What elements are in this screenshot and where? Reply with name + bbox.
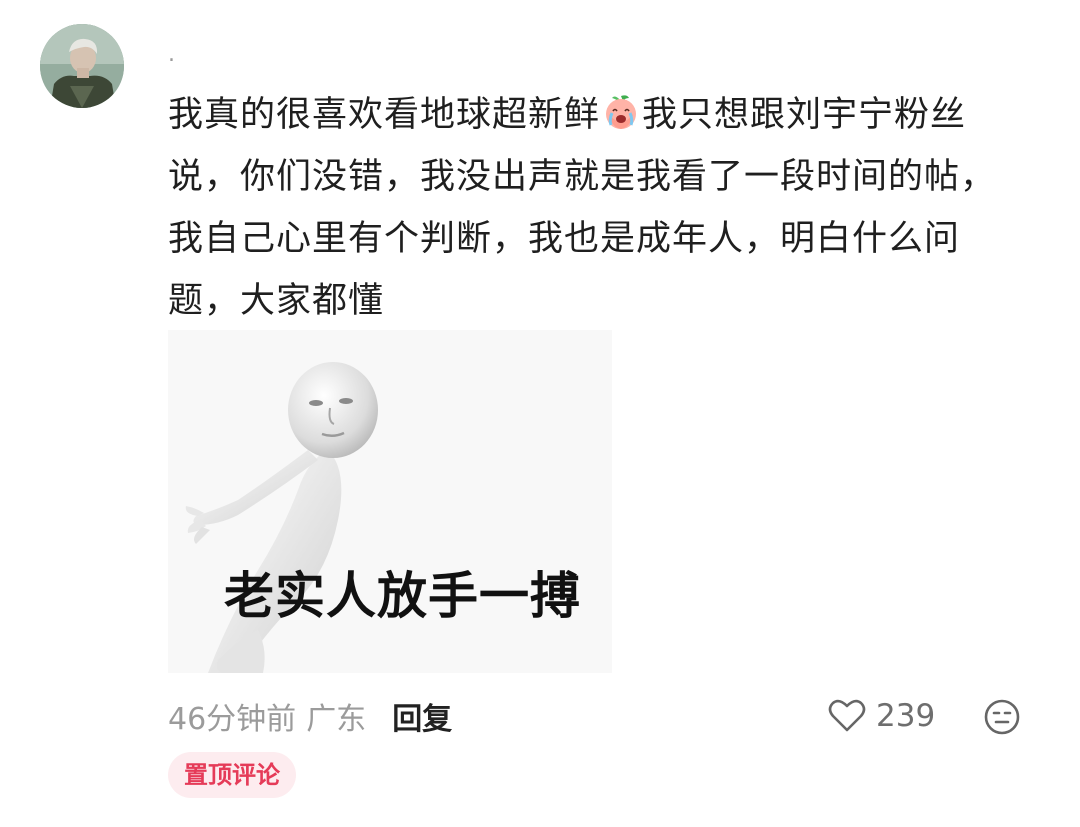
comment-item: . 我真的很喜欢看地球超新鲜 我只想跟刘宇宁粉丝说，你们没错，我没出声就是我看了… (0, 0, 1080, 827)
reply-button[interactable]: 回复 (392, 694, 452, 738)
like-count: 239 (876, 698, 936, 734)
like-button[interactable]: 239 (828, 694, 935, 738)
emoji-reaction-button[interactable] (982, 697, 1022, 737)
meme-caption: 老实人放手一搏 (224, 567, 581, 625)
neutral-face-icon (984, 699, 1020, 735)
crying-peach-emoji-icon (601, 90, 641, 130)
heart-icon (828, 699, 866, 732)
pinned-comment-badge: 置顶评论 (168, 752, 296, 798)
meme-image[interactable]: 老实人放手一搏 (168, 330, 612, 673)
avatar[interactable] (40, 24, 124, 108)
username[interactable]: . (168, 40, 175, 70)
comment-location: 广东 (306, 702, 367, 737)
comment-meta: 46分钟前 广东 回复 (168, 694, 452, 738)
comment-time: 46分钟前 (168, 702, 297, 737)
comment-text-part1: 我真的很喜欢看地球超新鲜 (168, 95, 601, 135)
comment-text: 我真的很喜欢看地球超新鲜 我只想跟刘宇宁粉丝说，你们没错，我没出声就是我看了一段… (168, 84, 1018, 332)
avatar-image (40, 24, 124, 108)
